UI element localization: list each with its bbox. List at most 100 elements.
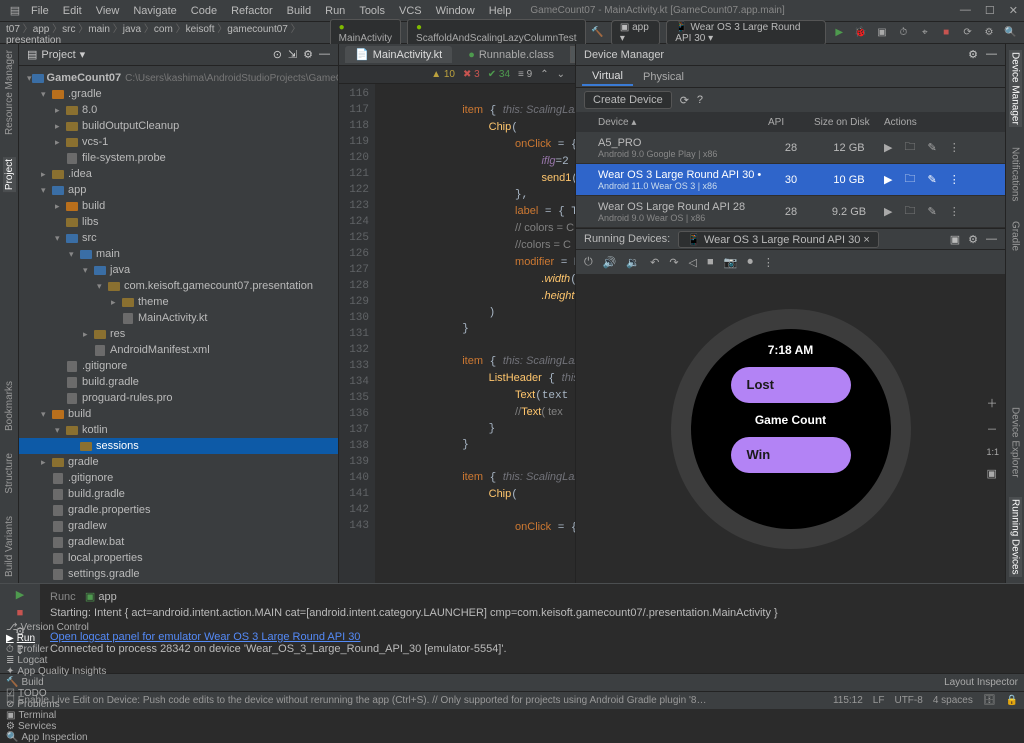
device-row[interactable]: Wear OS 3 Large Round API 30 •Android 11…: [576, 164, 1005, 196]
status-caret[interactable]: 115:12: [833, 695, 863, 706]
tree-item[interactable]: gradlew.bat: [19, 534, 338, 550]
emu-rotate-left-icon[interactable]: ↶: [650, 256, 659, 269]
code-content[interactable]: item { this: ScalingLazyListI Chip( onCl…: [375, 84, 575, 583]
breadcrumb-item[interactable]: com: [154, 24, 173, 35]
device-more-icon[interactable]: ⋮: [949, 205, 960, 218]
emu-screenshot-icon[interactable]: 📷: [724, 256, 738, 269]
coverage-icon[interactable]: ▣: [874, 24, 889, 42]
rail-gradle[interactable]: Gradle: [1010, 221, 1021, 251]
device-row[interactable]: Wear OS Large Round API 28Android 9.0 We…: [576, 196, 1005, 228]
run-stop-icon[interactable]: ■: [17, 607, 24, 619]
tree-item[interactable]: ▸8.0: [19, 102, 338, 118]
tree-item[interactable]: ▸buildOutputCleanup: [19, 118, 338, 134]
nav-tab-scaffold[interactable]: ● ScaffoldAndScalingLazyColumnTest: [407, 19, 585, 47]
status-lock-icon[interactable]: 🔒: [1006, 695, 1018, 706]
menu-help[interactable]: Help: [482, 3, 519, 19]
tree-item[interactable]: ▾main: [19, 246, 338, 262]
zoom-fit-icon[interactable]: 1:1: [986, 447, 999, 457]
chip-win[interactable]: Win: [731, 437, 851, 473]
expand-all-icon[interactable]: ⇲: [288, 48, 297, 61]
breadcrumb-item[interactable]: java: [123, 24, 141, 35]
tree-item[interactable]: MainActivity.kt: [19, 310, 338, 326]
bottom-tab-services[interactable]: ⚙Services: [6, 721, 106, 732]
tree-item[interactable]: ▾build: [19, 406, 338, 422]
rail-structure[interactable]: Structure: [4, 453, 15, 494]
device-more-icon[interactable]: ⋮: [949, 173, 960, 186]
rail-notifications[interactable]: Notifications: [1010, 147, 1021, 201]
emu-more-icon[interactable]: ⋮: [763, 256, 774, 269]
bottom-layout-inspector[interactable]: Layout Inspector: [944, 677, 1018, 688]
tree-item[interactable]: sessions: [19, 438, 338, 454]
tree-root[interactable]: ▾ GameCount07C:\Users\kashima\AndroidStu…: [19, 70, 338, 86]
device-edit-icon[interactable]: ✎: [927, 141, 936, 154]
editor-tab-runnable[interactable]: ● Runnable.class: [458, 47, 564, 63]
chip-lost[interactable]: Lost: [731, 367, 851, 403]
device-edit-icon[interactable]: ✎: [927, 173, 936, 186]
maximize-icon[interactable]: ☐: [985, 4, 995, 17]
rd-hide-icon[interactable]: —: [986, 233, 997, 246]
tree-item[interactable]: ▸.idea: [19, 166, 338, 182]
tree-item[interactable]: proguard-rules.pro: [19, 390, 338, 406]
help-icon[interactable]: ?: [697, 94, 703, 106]
breadcrumb-item[interactable]: src: [62, 24, 75, 35]
status-encoding[interactable]: UTF-8: [894, 695, 922, 706]
minimize-icon[interactable]: —: [960, 4, 971, 17]
dm-gear-icon[interactable]: ⚙: [968, 48, 978, 61]
device-tab-physical[interactable]: Physical: [633, 69, 694, 85]
menu-navigate[interactable]: Navigate: [126, 3, 183, 19]
rail-running-devices[interactable]: Running Devices: [1009, 497, 1022, 577]
menu-code[interactable]: Code: [184, 3, 224, 19]
code-editor[interactable]: 116 117 118 119 120 121 122 123 124 125 …: [339, 84, 575, 583]
tree-item[interactable]: build.gradle: [19, 486, 338, 502]
emu-record-icon[interactable]: ⏺: [747, 256, 753, 269]
tree-item[interactable]: ▾com.keisoft.gamecount07.presentation: [19, 278, 338, 294]
rail-device-explorer[interactable]: Device Explorer: [1010, 407, 1021, 478]
profile-icon[interactable]: ⏱: [896, 24, 911, 42]
rd-more-icon[interactable]: ▣: [950, 233, 960, 246]
bottom-tab-terminal[interactable]: ▣Terminal: [6, 710, 106, 721]
bottom-tab-app-quality-insights[interactable]: ✦App Quality Insights: [6, 666, 106, 677]
menu-run[interactable]: Run: [318, 3, 352, 19]
emu-volup-icon[interactable]: 🔊: [603, 256, 617, 269]
zoom-out-icon[interactable]: －: [986, 421, 999, 437]
device-row[interactable]: A5_PROAndroid 9.0 Google Play | x862812 …: [576, 132, 1005, 164]
tree-item[interactable]: file-system.probe: [19, 150, 338, 166]
menu-refactor[interactable]: Refactor: [224, 3, 280, 19]
device-folder-icon[interactable]: 🗀: [904, 170, 915, 189]
settings-icon[interactable]: ⚙: [981, 24, 996, 42]
breadcrumb-item[interactable]: keisoft: [186, 24, 215, 35]
emu-voldown-icon[interactable]: 🔉: [626, 256, 640, 269]
tree-item[interactable]: settings.gradle: [19, 566, 338, 582]
tree-item[interactable]: .gitignore: [19, 470, 338, 486]
menu-vcs[interactable]: VCS: [392, 3, 429, 19]
rail-resource-manager[interactable]: Resource Manager: [4, 50, 15, 135]
menu-file[interactable]: File: [24, 3, 56, 19]
breadcrumb-item[interactable]: app: [33, 24, 50, 35]
breadcrumb-item[interactable]: t07: [6, 24, 20, 35]
menu-edit[interactable]: Edit: [56, 3, 89, 19]
dm-hide-icon[interactable]: —: [986, 48, 997, 61]
status-eol[interactable]: LF: [873, 695, 885, 706]
watch-face[interactable]: 7:18 AM Lost Game Count Win: [691, 329, 891, 529]
bottom-tab-build[interactable]: 🔨Build: [6, 677, 106, 688]
breadcrumb-item[interactable]: main: [88, 24, 110, 35]
create-device-button[interactable]: Create Device: [584, 91, 672, 109]
close-icon[interactable]: ✕: [1009, 4, 1018, 17]
tree-item[interactable]: ▾src: [19, 230, 338, 246]
bottom-tab-app-inspection[interactable]: 🔍App Inspection: [6, 732, 106, 743]
rail-build-variants[interactable]: Build Variants: [4, 516, 15, 577]
tree-item[interactable]: .gitignore: [19, 358, 338, 374]
rd-gear-icon[interactable]: ⚙: [968, 233, 978, 246]
run-icon[interactable]: ▶: [832, 24, 847, 42]
bottom-tab-version-control[interactable]: ⎇Version Control: [6, 622, 106, 633]
editor-tab-mainactivity[interactable]: 📄 MainActivity.kt: [345, 46, 452, 63]
tree-item[interactable]: ▾app: [19, 182, 338, 198]
breadcrumb-item[interactable]: gamecount07: [227, 24, 288, 35]
bottom-tab-run[interactable]: ▶Run: [6, 633, 106, 644]
editor-problems-summary[interactable]: ▲ 10 ✖ 3 ✔ 34 ≡ 9 ⌃⌄: [339, 66, 575, 84]
rail-device-manager[interactable]: Device Manager: [1009, 50, 1022, 127]
bottom-tab-logcat[interactable]: ≣Logcat: [6, 655, 106, 666]
run-output[interactable]: Runc ▣ app Starting: Intent { act=androi…: [40, 584, 1024, 673]
project-tree[interactable]: ▾ GameCount07C:\Users\kashima\AndroidStu…: [19, 66, 338, 583]
running-device-tab[interactable]: 📱 Wear OS 3 Large Round API 30 ×: [678, 231, 879, 248]
